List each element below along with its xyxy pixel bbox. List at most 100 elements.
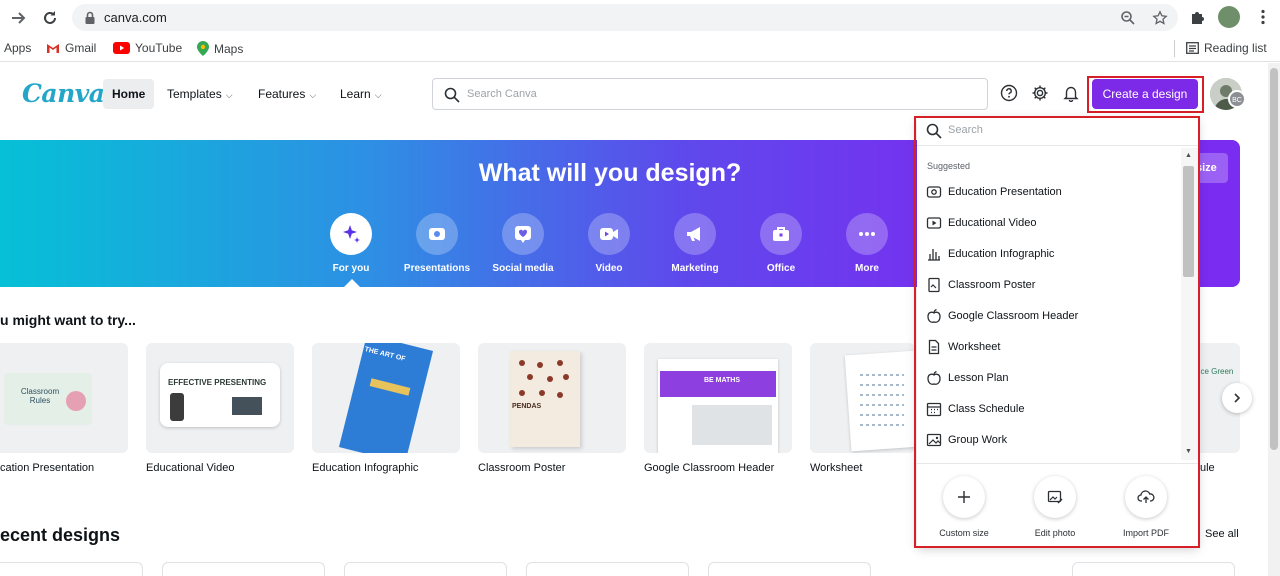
category-social-media[interactable]: Social media — [478, 213, 568, 274]
scroll-up-arrow-icon[interactable]: ▲ — [1185, 152, 1192, 159]
edit-photo-action[interactable]: Edit photo — [1015, 476, 1095, 538]
dropdown-item-classroom-poster[interactable]: Classroom Poster — [917, 270, 1181, 300]
suggestion-label[interactable]: Google Classroom Header — [644, 462, 774, 474]
video-icon — [926, 215, 942, 231]
reading-list-button[interactable]: Reading list — [1186, 41, 1267, 55]
custom-size-action[interactable]: Custom size — [924, 476, 1004, 538]
main-search-input[interactable]: Search Canva — [432, 78, 988, 110]
more-icon — [846, 213, 888, 255]
recent-design-card[interactable] — [344, 562, 507, 576]
dropdown-item-lesson-plan[interactable]: Lesson Plan — [917, 363, 1181, 393]
tile-text: EFFECTIVE PRESENTING — [168, 378, 267, 387]
dropdown-item-education-infographic[interactable]: Education Infographic — [917, 239, 1181, 269]
bookmark-youtube[interactable]: YouTube — [113, 41, 182, 55]
bookmark-gmail[interactable]: Gmail — [46, 41, 96, 55]
carousel-next-button[interactable] — [1222, 383, 1252, 413]
category-more[interactable]: More — [822, 213, 912, 274]
recent-design-card[interactable] — [1072, 562, 1235, 576]
dropdown-item-worksheet[interactable]: Worksheet — [917, 332, 1181, 362]
category-label: Video — [595, 263, 623, 274]
recent-design-card[interactable] — [526, 562, 689, 576]
tile-text: nce Green — [1196, 367, 1234, 376]
settings-gear-icon[interactable] — [1031, 84, 1051, 104]
suggestion-tile-educational-video[interactable]: EFFECTIVE PRESENTING — [146, 343, 294, 453]
suggestion-label[interactable]: Educational Video — [146, 462, 234, 474]
star-icon[interactable] — [1152, 10, 1168, 26]
suggestion-tile-presentation[interactable]: Classroom Rules — [0, 343, 128, 453]
nav-home[interactable]: Home — [103, 79, 155, 109]
plus-icon — [943, 476, 985, 518]
scrollbar-thumb[interactable] — [1183, 166, 1194, 277]
nav-learn[interactable]: Learn ⌵ — [331, 79, 391, 109]
import-pdf-action[interactable]: Import PDF — [1106, 476, 1186, 538]
category-label: More — [855, 263, 879, 274]
nav-features[interactable]: Features ⌵ — [249, 79, 325, 109]
dropdown-item-education-presentation[interactable]: Education Presentation — [917, 177, 1181, 207]
suggestion-label[interactable]: ule — [1200, 462, 1215, 474]
search-placeholder: Search Canva — [467, 88, 537, 100]
suggestion-tile-classroom-poster[interactable]: PENDAS — [478, 343, 626, 453]
page-scrollbar-thumb[interactable] — [1270, 68, 1278, 450]
suggestion-tile-google-classroom-header[interactable]: BE MATHS — [644, 343, 792, 453]
dropdown-item-group-work[interactable]: Group Work — [917, 425, 1181, 455]
suggestion-label[interactable]: cation Presentation — [0, 462, 94, 474]
avatar-initials-badge: BC — [1228, 90, 1246, 108]
suggested-heading: Suggested — [927, 161, 971, 171]
heart-icon — [502, 213, 544, 255]
category-presentations[interactable]: Presentations — [392, 213, 482, 274]
suggestion-label[interactable]: Classroom Poster — [478, 462, 565, 474]
apple-icon — [926, 370, 942, 386]
suggestion-tile-worksheet[interactable] — [810, 343, 915, 453]
dropdown-item-educational-video[interactable]: Educational Video — [917, 208, 1181, 238]
help-icon[interactable] — [1000, 84, 1020, 104]
poster-icon — [926, 277, 942, 293]
dropdown-scrollbar[interactable]: ▲ ▼ — [1181, 148, 1198, 460]
category-label: Presentations — [403, 263, 471, 274]
dropdown-item-google-classroom-header[interactable]: Google Classroom Header — [917, 301, 1181, 331]
see-all-link[interactable]: See all — [1205, 528, 1239, 540]
suggestion-label[interactable]: Worksheet — [810, 462, 862, 474]
zoom-icon[interactable] — [1120, 10, 1136, 26]
canva-logo[interactable]: Canva — [22, 79, 105, 108]
calendar-icon — [926, 401, 942, 417]
video-icon — [588, 213, 630, 255]
dropdown-item-label: Education Presentation — [948, 186, 1062, 198]
briefcase-icon — [760, 213, 802, 255]
tile-text: Classroom Rules — [20, 387, 60, 405]
dropdown-search-input[interactable]: Search — [917, 118, 1198, 146]
recent-design-card[interactable] — [708, 562, 871, 576]
suggestion-label[interactable]: Education Infographic — [312, 462, 418, 474]
megaphone-icon — [674, 213, 716, 255]
extensions-icon[interactable] — [1189, 8, 1207, 26]
suggestion-tile-education-infographic[interactable]: THE ART OF — [312, 343, 460, 453]
category-label: For you — [332, 263, 370, 274]
forward-icon[interactable] — [8, 8, 28, 28]
lock-icon[interactable] — [82, 10, 98, 26]
profile-avatar[interactable] — [1218, 6, 1240, 28]
recent-design-card[interactable] — [0, 562, 143, 576]
menu-icon[interactable] — [1254, 8, 1272, 26]
bar-chart-icon — [926, 246, 942, 262]
dropdown-item-label: Worksheet — [948, 341, 1001, 353]
nav-templates[interactable]: Templates ⌵ — [158, 79, 242, 109]
category-label: Office — [766, 263, 796, 274]
category-video[interactable]: Video — [564, 213, 654, 274]
bell-icon[interactable] — [1062, 84, 1082, 104]
chevron-down-icon: ⌵ — [374, 90, 382, 100]
bookmark-maps[interactable]: Maps — [197, 41, 243, 56]
highlight-outline — [1087, 76, 1204, 113]
tile-pattern — [860, 374, 904, 426]
scroll-down-arrow-icon[interactable]: ▼ — [1185, 448, 1192, 455]
dropdown-item-class-schedule[interactable]: Class Schedule — [917, 394, 1181, 424]
reload-icon[interactable] — [40, 8, 60, 28]
category-office[interactable]: Office — [736, 213, 826, 274]
bookmark-apps[interactable]: Apps — [4, 41, 31, 55]
page-scrollbar[interactable] — [1268, 63, 1280, 576]
category-marketing[interactable]: Marketing — [650, 213, 740, 274]
recent-design-card[interactable] — [162, 562, 325, 576]
category-for-you[interactable]: For you — [306, 213, 396, 274]
tile-decoration — [170, 393, 184, 421]
action-label: Custom size — [939, 528, 989, 538]
address-bar[interactable]: canva.com — [72, 4, 1178, 31]
chevron-down-icon: ⌵ — [309, 90, 317, 100]
